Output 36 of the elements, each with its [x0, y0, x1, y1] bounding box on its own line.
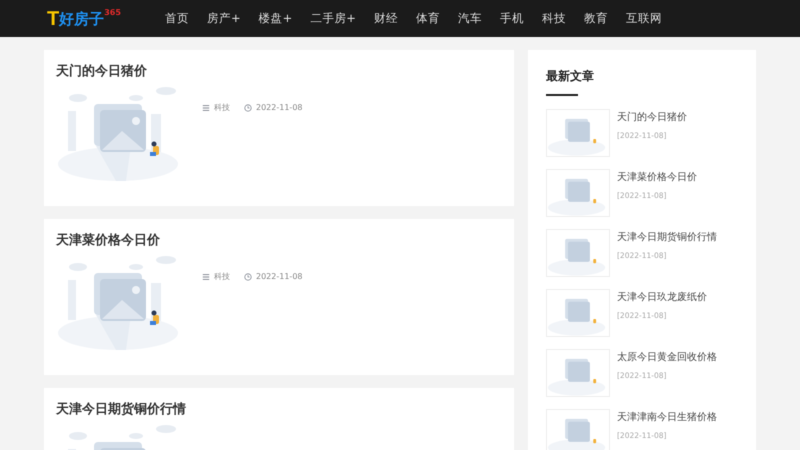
thumbnail-image[interactable]	[546, 349, 610, 397]
article-title[interactable]: 天津菜价格今日价	[56, 231, 502, 249]
nav-link[interactable]: 财经	[374, 11, 398, 26]
nav-link[interactable]: 房产+	[207, 11, 241, 26]
nav-link[interactable]: 教育	[584, 11, 608, 26]
article-link[interactable]: 天津今日期货铜价行情	[617, 230, 717, 244]
article-title[interactable]: 天津今日期货铜价行情	[56, 400, 502, 418]
nav-link[interactable]: 汽车	[458, 11, 482, 26]
thumbnail-image[interactable]	[546, 289, 610, 337]
nav-link[interactable]: 科技	[542, 11, 566, 26]
category-link[interactable]: 科技	[214, 102, 230, 113]
article-title[interactable]: 天门的今日猪价	[56, 62, 502, 80]
thumbnail-image[interactable]	[546, 109, 610, 157]
nav-link[interactable]: 互联网	[626, 11, 662, 26]
article-link[interactable]: 天津今日玖龙废纸价	[617, 290, 707, 304]
article-link[interactable]: 天津菜价格今日价	[617, 170, 697, 184]
thumbnail-image[interactable]	[546, 409, 610, 450]
sidebar-title: 最新文章	[546, 68, 595, 85]
article-link[interactable]: 天门的今日猪价	[617, 110, 687, 124]
list-icon	[202, 272, 210, 280]
list-icon	[202, 104, 210, 112]
clock-icon	[244, 272, 252, 280]
article-link[interactable]: 太原今日黄金回收价格	[617, 350, 717, 364]
clock-icon	[244, 104, 252, 112]
thumbnail-image[interactable]	[546, 169, 610, 217]
nav-link[interactable]: 首页	[165, 11, 189, 26]
site-logo[interactable]: T好房子$^{365}$	[47, 8, 165, 28]
nav-link[interactable]: 二手房+	[310, 11, 356, 26]
nav-link[interactable]: 体育	[416, 11, 440, 26]
article-link[interactable]: 天津津南今日生猪价格	[617, 410, 717, 424]
post-date: 2022-11-08	[256, 272, 302, 281]
thumbnail-image[interactable]	[546, 229, 610, 277]
post-date: 2022-11-08	[256, 103, 302, 112]
nav-link[interactable]: 楼盘+	[258, 11, 292, 26]
nav-link[interactable]: 手机	[500, 11, 524, 26]
category-link[interactable]: 科技	[214, 271, 230, 282]
